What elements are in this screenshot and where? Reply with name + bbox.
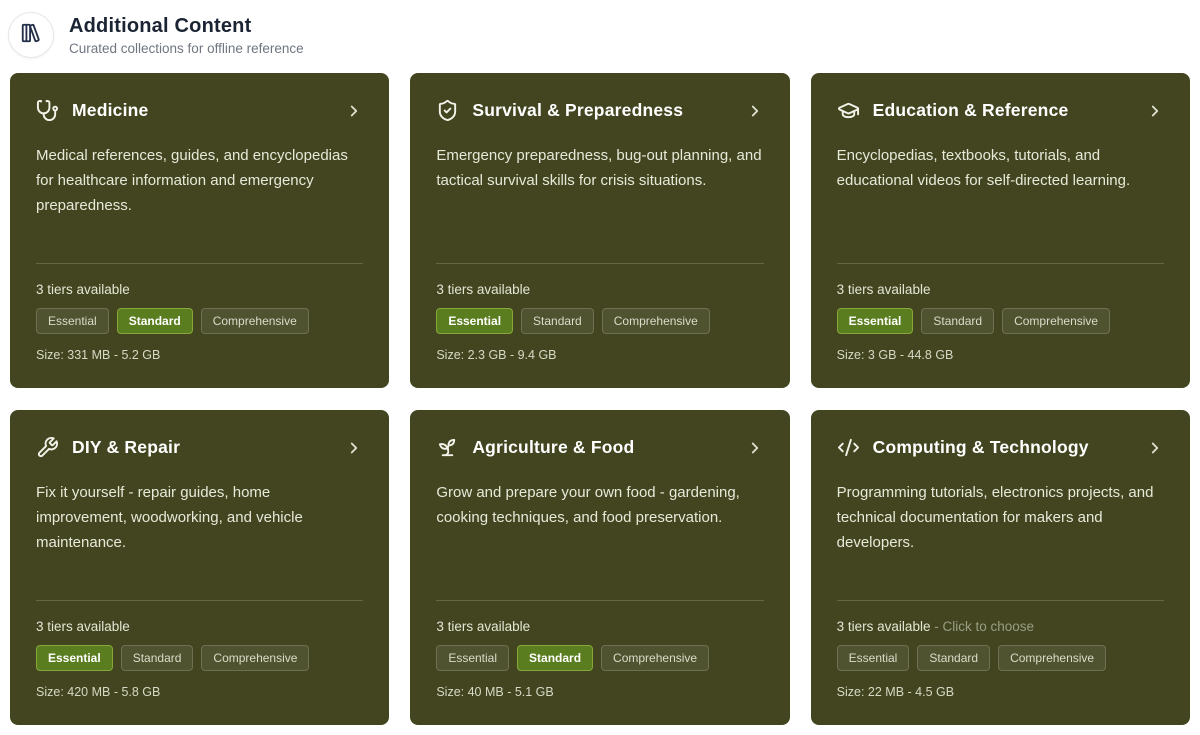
chevron-right-icon[interactable] — [345, 102, 363, 120]
tiers-label: 3 tiers available — [36, 619, 130, 634]
divider — [436, 600, 763, 601]
tiers-line: 3 tiers available — [837, 282, 1164, 297]
tier-badge-standard[interactable]: Standard — [117, 308, 193, 334]
size-range: Size: 3 GB - 44.8 GB — [837, 348, 1164, 362]
tier-badge-comprehensive[interactable]: Comprehensive — [201, 308, 309, 334]
header-icon-circle — [8, 12, 54, 58]
size-range: Size: 331 MB - 5.2 GB — [36, 348, 363, 362]
chevron-right-icon[interactable] — [345, 439, 363, 457]
tiers-label: 3 tiers available — [36, 282, 130, 297]
tiers-line: 3 tiers available — [36, 282, 363, 297]
tier-badge-essential[interactable]: Essential — [837, 645, 910, 671]
tiers-label: 3 tiers available — [436, 619, 530, 634]
tier-badge-comprehensive[interactable]: Comprehensive — [1002, 308, 1110, 334]
card-title: Education & Reference — [873, 100, 1133, 121]
tiers-label: 3 tiers available — [837, 619, 931, 634]
tier-badge-essential[interactable]: Essential — [436, 645, 509, 671]
card-title: Agriculture & Food — [472, 437, 732, 458]
tier-badge-essential[interactable]: Essential — [36, 308, 109, 334]
card-title: DIY & Repair — [72, 437, 332, 458]
size-range: Size: 40 MB - 5.1 GB — [436, 685, 763, 699]
wrench-icon — [36, 436, 59, 459]
page-title: Additional Content — [69, 15, 304, 38]
tier-badge-essential[interactable]: Essential — [837, 308, 914, 334]
tier-badges: Essential Standard Comprehensive — [36, 645, 363, 671]
divider — [36, 600, 363, 601]
card-title: Medicine — [72, 100, 332, 121]
tier-badge-standard[interactable]: Standard — [917, 645, 990, 671]
tiers-line: 3 tiers available — [436, 282, 763, 297]
chevron-right-icon[interactable] — [746, 439, 764, 457]
stethoscope-icon — [36, 99, 59, 122]
tier-badges: Essential Standard Comprehensive — [36, 308, 363, 334]
chevron-right-icon[interactable] — [746, 102, 764, 120]
tier-badge-standard[interactable]: Standard — [921, 308, 994, 334]
chevron-right-icon[interactable] — [1146, 102, 1164, 120]
tier-badge-standard[interactable]: Standard — [521, 308, 594, 334]
size-range: Size: 2.3 GB - 9.4 GB — [436, 348, 763, 362]
tier-badge-comprehensive[interactable]: Comprehensive — [602, 308, 710, 334]
card-description: Emergency preparedness, bug-out planning… — [436, 143, 763, 193]
tiers-hint: - Click to choose — [934, 619, 1034, 634]
graduation-cap-icon — [837, 99, 860, 122]
tier-badges: Essential Standard Comprehensive — [436, 308, 763, 334]
card-description: Encyclopedias, textbooks, tutorials, and… — [837, 143, 1164, 193]
library-icon — [20, 22, 42, 49]
divider — [837, 263, 1164, 264]
shield-check-icon — [436, 99, 459, 122]
page-header: Additional Content Curated collections f… — [0, 0, 1200, 58]
tiers-line: 3 tiers available - Click to choose — [837, 619, 1164, 634]
code-icon — [837, 436, 860, 459]
card-description: Grow and prepare your own food - gardeni… — [436, 480, 763, 530]
tier-badges: Essential Standard Comprehensive — [837, 308, 1164, 334]
tier-badge-standard[interactable]: Standard — [121, 645, 194, 671]
tier-badge-standard[interactable]: Standard — [517, 645, 593, 671]
tiers-label: 3 tiers available — [837, 282, 931, 297]
tiers-label: 3 tiers available — [436, 282, 530, 297]
collection-card[interactable]: Agriculture & Food Grow and prepare your… — [410, 410, 789, 725]
card-description: Programming tutorials, electronics proje… — [837, 480, 1164, 555]
tier-badge-comprehensive[interactable]: Comprehensive — [601, 645, 709, 671]
sprout-icon — [436, 436, 459, 459]
divider — [436, 263, 763, 264]
collection-card[interactable]: Survival & Preparedness Emergency prepar… — [410, 73, 789, 388]
cards-grid: Medicine Medical references, guides, and… — [10, 73, 1190, 725]
chevron-right-icon[interactable] — [1146, 439, 1164, 457]
divider — [36, 263, 363, 264]
card-description: Fix it yourself - repair guides, home im… — [36, 480, 363, 555]
tier-badges: Essential Standard Comprehensive — [436, 645, 763, 671]
tier-badge-essential[interactable]: Essential — [36, 645, 113, 671]
tier-badge-comprehensive[interactable]: Comprehensive — [998, 645, 1106, 671]
size-range: Size: 22 MB - 4.5 GB — [837, 685, 1164, 699]
collection-card[interactable]: Medicine Medical references, guides, and… — [10, 73, 389, 388]
divider — [837, 600, 1164, 601]
card-title: Computing & Technology — [873, 437, 1133, 458]
tiers-line: 3 tiers available — [436, 619, 763, 634]
page-subtitle: Curated collections for offline referenc… — [69, 41, 304, 56]
card-title: Survival & Preparedness — [472, 100, 732, 121]
collection-card[interactable]: DIY & Repair Fix it yourself - repair gu… — [10, 410, 389, 725]
tier-badges: Essential Standard Comprehensive — [837, 645, 1164, 671]
tier-badge-comprehensive[interactable]: Comprehensive — [201, 645, 309, 671]
tier-badge-essential[interactable]: Essential — [436, 308, 513, 334]
collection-card[interactable]: Computing & Technology Programming tutor… — [811, 410, 1190, 725]
tiers-line: 3 tiers available — [36, 619, 363, 634]
card-description: Medical references, guides, and encyclop… — [36, 143, 363, 218]
size-range: Size: 420 MB - 5.8 GB — [36, 685, 363, 699]
collection-card[interactable]: Education & Reference Encyclopedias, tex… — [811, 73, 1190, 388]
